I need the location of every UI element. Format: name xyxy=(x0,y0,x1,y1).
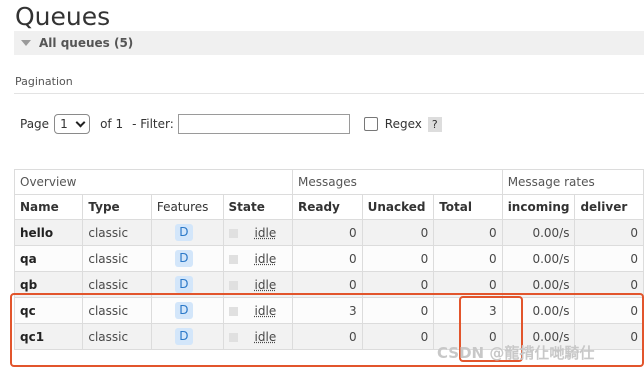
state-cell: idle xyxy=(222,219,293,246)
queue-type: classic xyxy=(82,245,152,272)
col-incoming[interactable]: incoming xyxy=(501,194,576,220)
all-queues-toggle[interactable]: All queues (5) xyxy=(14,31,644,55)
table-row: qc classic D idle 3 0 3 0.00/s 0 xyxy=(13,297,644,324)
table-row: qa classic D idle 0 0 0 0.00/s 0 xyxy=(13,245,644,272)
col-type[interactable]: Type xyxy=(82,194,152,220)
unacked-count: 0 xyxy=(361,323,435,350)
page-select[interactable]: 1 xyxy=(54,114,91,134)
queue-name-link[interactable]: qb xyxy=(13,271,84,298)
group-message-rates: Message rates xyxy=(501,169,644,195)
deliver-rate: 0 xyxy=(574,297,644,324)
col-state[interactable]: State xyxy=(222,194,293,220)
total-count: 0 xyxy=(433,219,503,246)
ready-count: 0 xyxy=(291,323,363,350)
state-cell: idle xyxy=(222,297,293,324)
queue-name-link[interactable]: qc1 xyxy=(13,323,84,350)
page-select-value: 1 xyxy=(60,117,68,131)
ready-count: 0 xyxy=(291,245,363,272)
state-text: idle xyxy=(254,225,277,240)
queue-name-link[interactable]: qa xyxy=(13,245,84,272)
state-cell: idle xyxy=(222,245,293,272)
ready-count: 3 xyxy=(291,297,363,324)
queue-name-link[interactable]: qc xyxy=(13,297,84,324)
durable-badge: D xyxy=(174,224,193,241)
durable-badge: D xyxy=(174,302,193,319)
incoming-rate: 0.00/s xyxy=(501,219,576,246)
features-cell: D xyxy=(150,297,224,324)
col-name[interactable]: Name xyxy=(13,194,84,220)
page-label: Page xyxy=(20,117,50,131)
features-cell: D xyxy=(150,271,224,298)
group-messages: Messages xyxy=(291,169,503,195)
filter-label: - Filter: xyxy=(132,117,174,131)
state-indicator xyxy=(228,228,238,238)
filter-input[interactable] xyxy=(177,114,350,134)
total-count: 3 xyxy=(433,297,503,324)
durable-badge: D xyxy=(174,276,193,293)
state-indicator xyxy=(228,254,238,264)
state-indicator xyxy=(228,332,238,342)
ready-count: 0 xyxy=(291,219,363,246)
deliver-rate: 0 xyxy=(574,245,644,272)
unacked-count: 0 xyxy=(361,219,435,246)
regex-help-button[interactable]: ? xyxy=(427,116,442,132)
durable-badge: D xyxy=(174,328,193,345)
of-pages-label: of 1 xyxy=(100,117,124,131)
incoming-rate: 0.00/s xyxy=(501,297,576,324)
queue-type: classic xyxy=(82,271,152,298)
col-features: Features xyxy=(150,194,224,220)
incoming-rate: 0.00/s xyxy=(501,245,576,272)
state-cell: idle xyxy=(222,323,293,350)
divider xyxy=(14,93,644,94)
queue-name-link[interactable]: hello xyxy=(13,219,84,246)
table-row: hello classic D idle 0 0 0 0.00/s 0 xyxy=(13,219,644,246)
pagination-heading: Pagination xyxy=(15,75,73,88)
unacked-count: 0 xyxy=(361,271,435,298)
features-cell: D xyxy=(150,219,224,246)
col-deliver[interactable]: deliver xyxy=(574,194,644,220)
regex-checkbox[interactable] xyxy=(363,117,378,131)
col-total[interactable]: Total xyxy=(433,194,503,220)
triangle-down-icon xyxy=(21,40,31,46)
page-title: Queues xyxy=(15,2,111,31)
state-indicator xyxy=(228,280,238,290)
total-count: 0 xyxy=(433,271,503,298)
features-cell: D xyxy=(150,245,224,272)
unacked-count: 0 xyxy=(361,245,435,272)
state-indicator xyxy=(228,306,238,316)
chevron-down-icon xyxy=(75,117,86,128)
queue-type: classic xyxy=(82,219,152,246)
state-text: idle xyxy=(254,277,277,292)
queue-type: classic xyxy=(82,297,152,324)
regex-label: Regex xyxy=(384,117,422,131)
state-text: idle xyxy=(254,251,277,266)
col-ready[interactable]: Ready xyxy=(291,194,363,220)
total-count: 0 xyxy=(433,245,503,272)
state-cell: idle xyxy=(222,271,293,298)
ready-count: 0 xyxy=(291,271,363,298)
col-unacked[interactable]: Unacked xyxy=(361,194,435,220)
state-text: idle xyxy=(254,329,277,344)
state-text: idle xyxy=(254,303,277,318)
group-overview: Overview xyxy=(14,169,293,195)
incoming-rate: 0.00/s xyxy=(501,271,576,298)
queue-type: classic xyxy=(82,323,152,350)
deliver-rate: 0 xyxy=(574,219,644,246)
section-label: All queues (5) xyxy=(39,36,134,50)
durable-badge: D xyxy=(174,250,193,267)
watermark: CSDN @龍揹仩哋騎仕 xyxy=(437,344,595,362)
queues-table: Overview Messages Message rates Name Typ… xyxy=(13,169,644,350)
pagination-controls: Page 1 of 1 - Filter: Regex ? xyxy=(20,112,442,136)
features-cell: D xyxy=(150,323,224,350)
unacked-count: 0 xyxy=(361,297,435,324)
deliver-rate: 0 xyxy=(574,271,644,298)
table-row: qb classic D idle 0 0 0 0.00/s 0 xyxy=(13,271,644,298)
